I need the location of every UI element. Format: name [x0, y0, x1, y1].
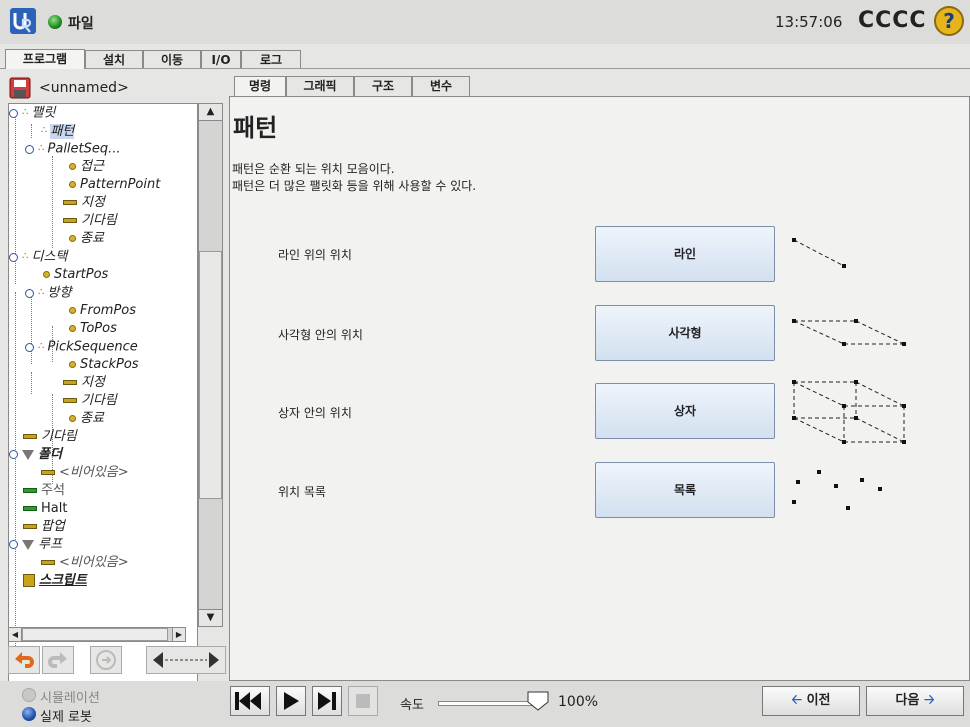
- scroll-left-arrow-icon[interactable]: ◀: [8, 627, 22, 642]
- tree-item[interactable]: 루프: [9, 536, 62, 554]
- tab-installation[interactable]: 설치: [85, 50, 143, 68]
- tree-item[interactable]: ∴ 디스택: [9, 248, 67, 267]
- undo-icon: [15, 652, 34, 668]
- rewind-button[interactable]: [230, 686, 270, 716]
- move-arrows-icon: [153, 652, 219, 668]
- tree-item[interactable]: ToPos: [69, 320, 117, 338]
- scroll-right-arrow-icon[interactable]: ▶: [172, 627, 186, 642]
- speed-slider-track[interactable]: [438, 701, 540, 706]
- tab-program[interactable]: 프로그램: [5, 49, 85, 69]
- tree-item[interactable]: 지정: [63, 194, 105, 212]
- tab-io[interactable]: I/O: [201, 50, 241, 68]
- speed-value: 100%: [558, 694, 599, 710]
- tree-item[interactable]: Halt: [23, 500, 67, 518]
- page-title: 패턴: [233, 114, 278, 142]
- square-pattern-icon: [792, 319, 906, 346]
- step-button[interactable]: [90, 646, 122, 674]
- tree-item[interactable]: 팝업: [23, 518, 65, 536]
- stop-button[interactable]: [348, 686, 378, 716]
- play-button[interactable]: [276, 686, 306, 716]
- tree-item[interactable]: <비어있음>: [41, 464, 129, 482]
- tab-graphics[interactable]: 그래픽: [286, 76, 354, 96]
- option-label-square: 사각형 안의 위치: [278, 328, 363, 342]
- tree-item[interactable]: 기다림: [63, 212, 117, 230]
- tab-variables[interactable]: 변수: [412, 76, 470, 96]
- real-robot-label: 실제 로봇: [40, 710, 92, 725]
- next-label: 다음: [895, 693, 920, 708]
- line-pattern-icon: [792, 238, 846, 268]
- option-label-line: 라인 위의 위치: [278, 248, 352, 262]
- tree-horizontal-scroll-thumb[interactable]: [22, 628, 168, 641]
- rewind-icon: [235, 692, 261, 710]
- tree-vertical-scroll-thumb[interactable]: [199, 251, 222, 499]
- main-tab-bar: 프로그램 설치 이동 I/O 로그: [0, 46, 970, 69]
- program-header: <unnamed>: [5, 73, 229, 103]
- box-button[interactable]: 상자: [595, 383, 775, 439]
- redo-button[interactable]: [42, 646, 74, 674]
- move-node-button[interactable]: [146, 646, 226, 674]
- tree-item[interactable]: 스크립트: [23, 572, 87, 590]
- tree-item[interactable]: 종료: [69, 230, 104, 248]
- tree-item[interactable]: 주석: [23, 482, 65, 500]
- file-menu[interactable]: 파일: [68, 13, 94, 33]
- help-icon[interactable]: ?: [934, 6, 964, 36]
- real-robot-radio[interactable]: [22, 707, 36, 721]
- tree-item[interactable]: FromPos: [69, 302, 136, 320]
- prev-label: 이전: [806, 693, 831, 708]
- tree-item[interactable]: 지정: [63, 374, 105, 392]
- tree-item[interactable]: 기다림: [23, 428, 77, 446]
- option-label-box: 상자 안의 위치: [278, 406, 352, 420]
- tree-item[interactable]: StartPos: [43, 266, 108, 284]
- tree-item[interactable]: 폴더: [9, 446, 62, 464]
- speed-label: 속도: [400, 698, 424, 713]
- robot-status-icon: [48, 15, 62, 29]
- undo-button[interactable]: [8, 646, 40, 674]
- arrow-right-icon: 🡢: [923, 693, 935, 708]
- next-button[interactable]: 다음 🡢: [866, 686, 964, 716]
- scroll-down-arrow-icon[interactable]: ▼: [198, 609, 223, 627]
- ur-logo-icon[interactable]: [10, 8, 36, 34]
- description-line: 패턴은 더 많은 팰릿화 등을 위해 사용할 수 있다.: [232, 179, 477, 193]
- step-forward-icon: [318, 692, 336, 710]
- program-tree-panel: <unnamed> ∴ 팰릿 ∴ 패턴 ∴ PalletSeq... 접근 Patte…: [5, 73, 229, 693]
- description-line: 패턴은 순환 되는 위치 모음이다.: [232, 162, 395, 176]
- tree-item[interactable]: 기다림: [63, 392, 117, 410]
- redo-icon: [48, 652, 67, 668]
- tab-move[interactable]: 이동: [143, 50, 201, 68]
- tree-item[interactable]: 종료: [69, 410, 104, 428]
- tab-command[interactable]: 명령: [234, 76, 286, 96]
- tree-item[interactable]: 접근: [69, 158, 104, 176]
- tree-item[interactable]: ∴ 방향: [25, 284, 71, 303]
- tree-item[interactable]: ∴ PalletSeq...: [25, 140, 121, 159]
- step-forward-button[interactable]: [312, 686, 342, 716]
- square-button[interactable]: 사각형: [595, 305, 775, 361]
- save-icon[interactable]: [9, 77, 31, 99]
- program-name: <unnamed>: [39, 80, 129, 96]
- clock: 13:57:06: [775, 13, 843, 31]
- tree-item-selected[interactable]: ∴ 패턴: [41, 122, 75, 141]
- program-tree[interactable]: ∴ 팰릿 ∴ 패턴 ∴ PalletSeq... 접근 PatternPoint 지정…: [8, 103, 198, 693]
- tab-log[interactable]: 로그: [241, 50, 301, 68]
- arrow-left-icon: 🡠: [791, 693, 803, 708]
- simulation-label: 시뮬레이션: [40, 691, 100, 706]
- robot-name: CCCC: [858, 8, 927, 33]
- tree-item[interactable]: ∴ PickSequence: [25, 338, 138, 357]
- list-pattern-icon: [792, 470, 882, 510]
- tree-item[interactable]: <비어있음>: [41, 554, 129, 572]
- play-icon: [284, 692, 299, 710]
- scroll-up-arrow-icon[interactable]: ▲: [198, 103, 223, 121]
- option-label-list: 위치 목록: [278, 485, 326, 499]
- simulation-radio[interactable]: [22, 688, 36, 702]
- tab-structure[interactable]: 구조: [354, 76, 412, 96]
- tree-item[interactable]: ∴ 팰릿: [9, 104, 55, 123]
- prev-button[interactable]: 🡠 이전: [762, 686, 860, 716]
- list-button[interactable]: 목록: [595, 462, 775, 518]
- line-button[interactable]: 라인: [595, 226, 775, 282]
- tree-item[interactable]: StackPos: [69, 356, 139, 374]
- stop-icon: [356, 694, 370, 708]
- tree-item[interactable]: PatternPoint: [69, 176, 160, 194]
- box-pattern-icon: [792, 380, 906, 444]
- step-icon: [96, 650, 116, 670]
- speed-slider-thumb[interactable]: [527, 691, 549, 711]
